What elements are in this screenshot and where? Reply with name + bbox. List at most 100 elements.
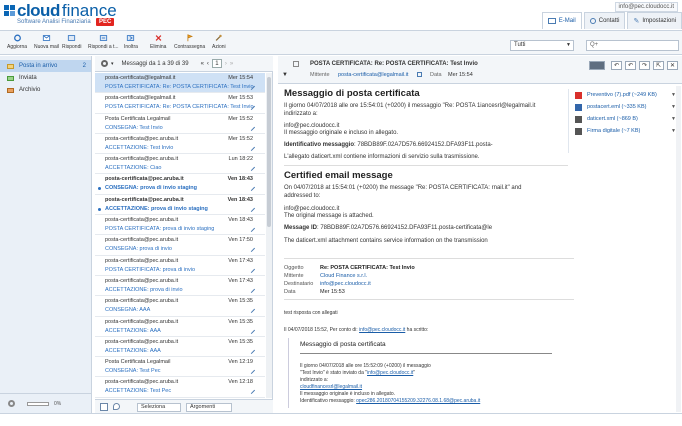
chevron-down-icon[interactable]: ▼ xyxy=(282,72,288,78)
message-date: Lun 18:22 xyxy=(228,156,253,163)
edit-icon[interactable] xyxy=(247,123,256,131)
search-input[interactable]: Q+ xyxy=(586,40,679,51)
logo-pec-badge: PEC xyxy=(96,18,115,26)
reply-icon xyxy=(68,35,76,41)
new-mail-button[interactable]: Nuova mail xyxy=(34,34,59,50)
message-row[interactable]: Posta Certificata Legalmail Mer 15:52 CONS… xyxy=(95,114,265,134)
forward-icon[interactable]: ↷ xyxy=(639,61,650,70)
message-row[interactable]: posta-certificata@legalmail.it Mer 15:54 P… xyxy=(95,73,265,94)
attachment-item[interactable]: daticert.xml (~869 B) ▼ xyxy=(569,113,680,125)
folder-archive[interactable]: Archivio xyxy=(0,84,91,96)
message-row[interactable]: posta-certificata@pec.aruba.it Ven 18:43 A… xyxy=(95,195,265,216)
edit-icon[interactable] xyxy=(247,204,256,212)
attachment-item[interactable]: Preventivo (7).pdf (~249 KB) ▼ xyxy=(569,89,680,101)
edit-icon[interactable] xyxy=(247,285,256,294)
list-options-gear-icon[interactable] xyxy=(101,60,108,67)
message-row[interactable]: posta-certificata@pec.aruba.it Ven 17:43 A… xyxy=(95,276,265,297)
edit-icon[interactable] xyxy=(247,143,256,151)
edit-icon[interactable] xyxy=(247,306,256,314)
meta-sender-value[interactable]: Cloud Finance s.r.l. xyxy=(320,273,367,279)
quote-line-6-link[interactable]: opec286.20180704155209.32276.08.1.68@pec… xyxy=(356,398,480,404)
message-row[interactable]: posta-certificata@pec.aruba.it Ven 18:43 P… xyxy=(95,215,265,236)
from-value[interactable]: posta-certificata@legalmail.it xyxy=(338,72,408,78)
message-subject: ACCETTAZIONE: prova di invio xyxy=(105,286,183,293)
last-page-icon[interactable]: » xyxy=(230,61,233,67)
list-view-icon[interactable] xyxy=(100,403,108,411)
message-row[interactable]: posta-certificata@legalmail.it Mer 15:53 P… xyxy=(95,93,265,114)
attachment-item[interactable]: postacert.eml (~335 KB) ▼ xyxy=(569,101,680,113)
prev-page-icon[interactable]: ‹ xyxy=(207,61,209,67)
message-row[interactable]: posta-certificata@pec.aruba.it Ven 15:35 C… xyxy=(95,296,265,317)
message-row[interactable]: posta-certificata@pec.aruba.it Ven 12:18 A… xyxy=(95,377,265,398)
attachment-item[interactable]: Firma digitale (~7 KB) ▼ xyxy=(569,125,680,137)
message-row[interactable]: posta-certificata@pec.aruba.it Mer 15:52 A… xyxy=(95,134,265,155)
message-row[interactable]: posta-certificata@pec.aruba.it Ven 18:43 C… xyxy=(95,174,265,195)
edit-icon[interactable] xyxy=(247,164,256,172)
close-icon[interactable]: ✕ xyxy=(667,61,678,70)
scrollbar-thumb[interactable] xyxy=(267,77,271,227)
topics-menu-label: Argomenti xyxy=(190,404,216,410)
message-from: posta-certificata@pec.aruba.it xyxy=(105,217,179,224)
refresh-button[interactable]: Aggiorna xyxy=(7,34,27,50)
app-logo[interactable]: cloud finance xyxy=(4,1,117,20)
edit-icon[interactable] xyxy=(247,326,256,334)
forward-icon xyxy=(127,35,135,41)
message-from: posta-certificata@pec.aruba.it xyxy=(105,298,179,305)
edit-icon[interactable] xyxy=(247,367,256,375)
reading-pane: ▼ POSTA CERTIFICATA: Re: POSTA CERTIFICA… xyxy=(278,56,682,413)
meta-date-label: Data xyxy=(284,289,296,295)
folder-sent[interactable]: Inviata xyxy=(0,72,91,84)
chevron-down-icon[interactable]: ▾ xyxy=(111,61,114,67)
filter-select[interactable]: Tutti ▼ xyxy=(510,40,574,51)
quote-line-2-link[interactable]: info@pec.cloudocc.it xyxy=(367,370,413,376)
message-row[interactable]: posta-certificata@pec.aruba.it Ven 17:43 P… xyxy=(95,256,265,276)
edit-icon[interactable] xyxy=(247,387,256,395)
delete-button[interactable]: Elimina xyxy=(150,34,166,50)
page-number-input[interactable]: 1 xyxy=(211,59,222,68)
message-row[interactable]: posta-certificata@pec.aruba.it Lun 18:22 A… xyxy=(95,154,265,175)
message-row[interactable]: posta-certificata@pec.aruba.it Ven 15:35 A… xyxy=(95,337,265,358)
edit-icon[interactable] xyxy=(247,346,256,354)
quote-line-4[interactable]: cloudfinancesrl@legalmail.it xyxy=(300,384,362,390)
edit-icon[interactable] xyxy=(247,225,256,233)
tab-contacts[interactable]: Contatti xyxy=(583,12,626,29)
reply-all-button[interactable]: Rispondi a t... xyxy=(88,34,119,50)
quote-header-link[interactable]: info@pec.cloudocc.it xyxy=(359,327,405,333)
forward-button[interactable]: Inoltra xyxy=(124,34,138,50)
select-menu-label: Seleziona xyxy=(141,404,166,410)
account-email[interactable]: info@pec.cloudocc.it xyxy=(614,2,678,12)
logo-word-cloud: cloud xyxy=(17,1,60,20)
reply-icon[interactable]: ↶ xyxy=(611,61,622,70)
tab-settings[interactable]: ✎ Impostazioni xyxy=(627,12,682,29)
reply-button[interactable]: Rispondi xyxy=(62,34,81,50)
flag-button[interactable]: Contrassegna xyxy=(174,34,205,50)
contact-card-icon[interactable] xyxy=(417,72,422,77)
edit-icon[interactable] xyxy=(247,184,256,192)
tab-email[interactable]: E-Mail xyxy=(541,12,582,29)
message-select-checkbox[interactable] xyxy=(293,61,299,67)
message-row[interactable]: posta-certificata@pec.aruba.it Ven 17:50 C… xyxy=(95,235,265,256)
select-menu[interactable]: Seleziona xyxy=(137,403,181,412)
meta-recipient-value[interactable]: info@pec.cloudocc.it xyxy=(320,281,371,287)
thread-view-icon[interactable] xyxy=(113,403,120,410)
open-new-window-icon[interactable]: ⇱ xyxy=(653,61,664,70)
reader-scrollbar[interactable] xyxy=(676,86,681,412)
gear-icon[interactable] xyxy=(8,400,15,407)
message-row[interactable]: posta-certificata@pec.aruba.it Ven 15:35 A… xyxy=(95,317,265,337)
list-scrollbar[interactable] xyxy=(266,73,272,398)
message-header: ▼ POSTA CERTIFICATA: Re: POSTA CERTIFICA… xyxy=(278,56,682,84)
edit-icon[interactable] xyxy=(247,245,256,253)
first-page-icon[interactable]: « xyxy=(201,61,204,67)
message-date: Ven 17:43 xyxy=(228,257,253,264)
actions-button[interactable]: Azioni xyxy=(212,34,226,50)
next-page-icon[interactable]: › xyxy=(225,61,227,67)
archive-folder-icon xyxy=(7,87,14,93)
reply-all-icon[interactable]: ↶ xyxy=(625,61,636,70)
topics-menu[interactable]: Argomenti xyxy=(186,403,232,412)
folder-inbox[interactable]: Posta in arrivo 2 xyxy=(0,60,91,72)
layout-toggle-icon[interactable] xyxy=(589,61,605,70)
message-row[interactable]: Posta Certificata Legalmail Ven 12:19 CONS… xyxy=(95,357,265,378)
edit-icon[interactable] xyxy=(247,265,256,273)
wrench-icon: ✎ xyxy=(633,18,640,25)
forward-label: Inoltra xyxy=(124,44,138,50)
